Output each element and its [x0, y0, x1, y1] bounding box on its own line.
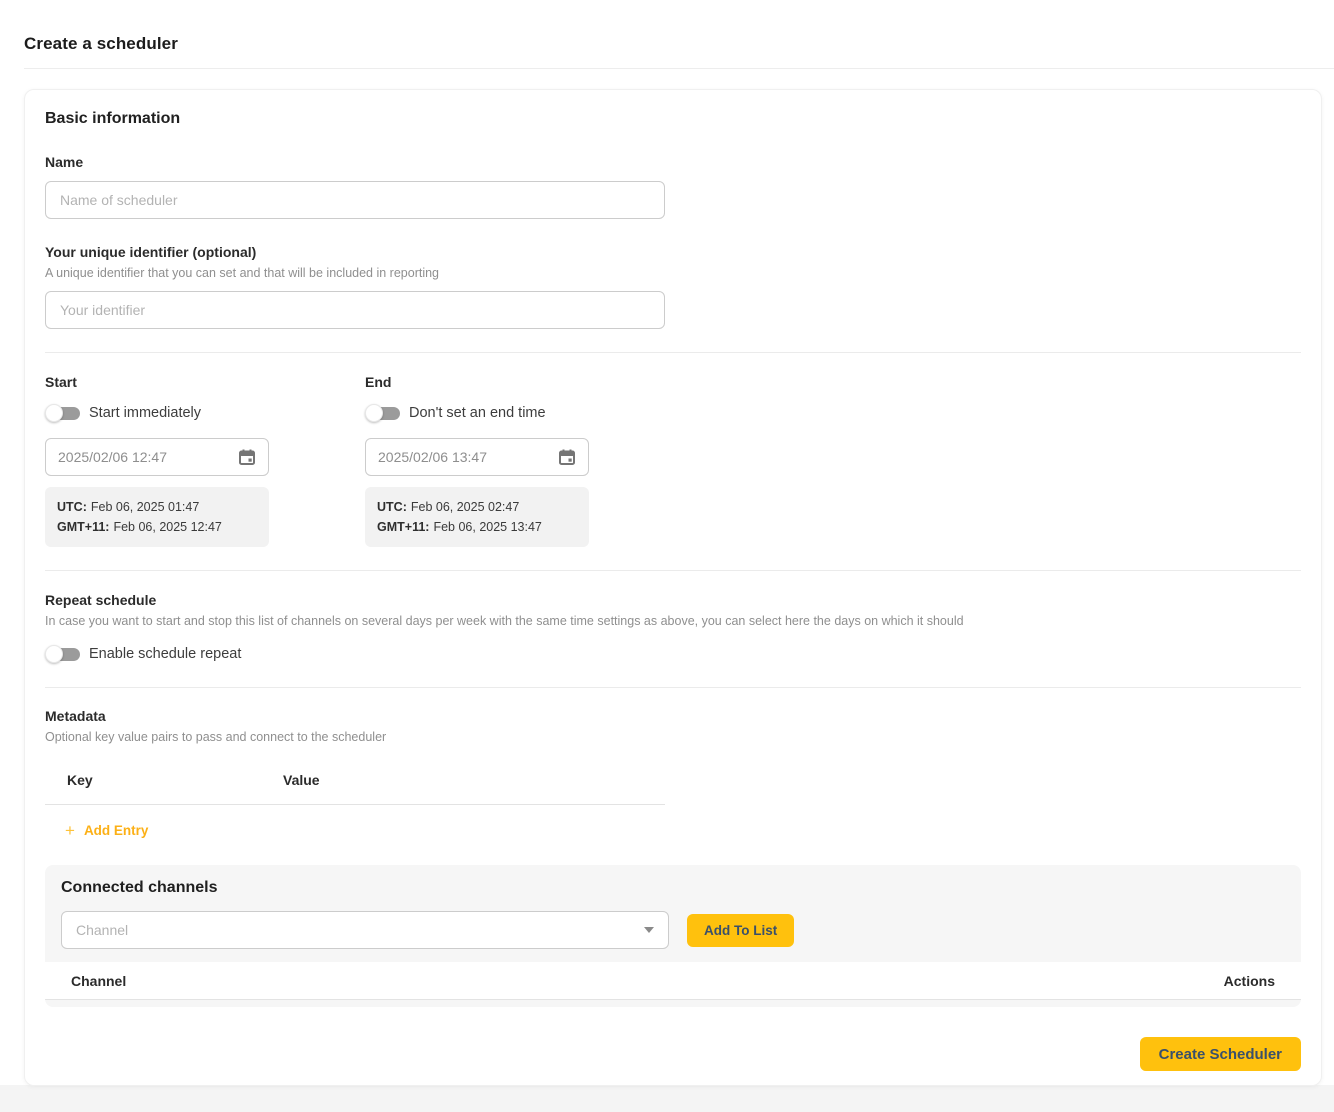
dropdown-arrow-icon[interactable]	[644, 927, 654, 933]
identifier-help-text: A unique identifier that you can set and…	[45, 266, 1301, 280]
divider	[45, 570, 1301, 571]
channel-controls: Add To List	[61, 911, 1285, 949]
start-gmt-line: GMT+11: Feb 06, 2025 12:47	[57, 517, 257, 537]
no-end-time-row: Don't set an end time	[365, 403, 589, 423]
divider	[45, 352, 1301, 353]
basic-information-title: Basic information	[45, 110, 1301, 128]
start-immediately-toggle[interactable]	[45, 403, 81, 423]
repeat-schedule-help: In case you want to start and stop this …	[45, 614, 1301, 628]
create-scheduler-button[interactable]: Create Scheduler	[1140, 1037, 1301, 1071]
start-datetime-field[interactable]	[45, 438, 269, 476]
channel-select-input[interactable]	[76, 922, 644, 938]
utc-value: Feb 06, 2025 02:47	[411, 500, 519, 514]
toggle-thumb	[45, 404, 63, 422]
page-background-strip	[0, 1085, 1334, 1112]
plus-icon: +	[65, 822, 75, 839]
metadata-table-header: Key Value	[45, 772, 665, 788]
metadata-title: Metadata	[45, 708, 1301, 724]
header-divider	[24, 68, 1334, 69]
start-utc-line: UTC: Feb 06, 2025 01:47	[57, 497, 257, 517]
connected-channels-card: Connected channels Add To List Channel A…	[45, 865, 1301, 1007]
name-input[interactable]	[45, 181, 665, 219]
toggle-thumb	[365, 404, 383, 422]
enable-repeat-toggle[interactable]	[45, 644, 81, 664]
metadata-help: Optional key value pairs to pass and con…	[45, 730, 1301, 744]
start-label: Start	[45, 374, 365, 390]
no-end-time-label: Don't set an end time	[409, 405, 546, 421]
end-datetime-input[interactable]	[378, 449, 558, 465]
no-end-time-toggle[interactable]	[365, 403, 401, 423]
gmt-value: Feb 06, 2025 13:47	[433, 520, 541, 534]
calendar-icon[interactable]	[238, 448, 256, 466]
page-title: Create a scheduler	[24, 34, 1310, 54]
start-immediately-row: Start immediately	[45, 403, 365, 423]
scheduler-form-card: Basic information Name Your unique ident…	[24, 89, 1322, 1086]
page-header: Create a scheduler	[0, 0, 1334, 54]
start-column: Start Start immediately	[45, 374, 365, 547]
card-footer: Create Scheduler	[45, 1037, 1301, 1071]
gmt-value: Feb 06, 2025 12:47	[113, 520, 221, 534]
channel-column-header: Channel	[71, 973, 126, 989]
utc-value: Feb 06, 2025 01:47	[91, 500, 199, 514]
gmt-label: GMT+11:	[377, 520, 429, 534]
start-immediately-label: Start immediately	[89, 405, 201, 421]
repeat-schedule-title: Repeat schedule	[45, 592, 1301, 608]
gmt-label: GMT+11:	[57, 520, 109, 534]
actions-column-header: Actions	[1224, 973, 1275, 989]
end-label: End	[365, 374, 589, 390]
channels-table-header: Channel Actions	[45, 962, 1301, 1000]
start-datetime-input[interactable]	[58, 449, 238, 465]
schedule-columns: Start Start immediately	[45, 374, 1301, 547]
end-utc-line: UTC: Feb 06, 2025 02:47	[377, 497, 577, 517]
connected-channels-title: Connected channels	[61, 879, 1285, 897]
add-to-list-button[interactable]: Add To List	[687, 914, 794, 947]
calendar-icon[interactable]	[558, 448, 576, 466]
utc-label: UTC:	[377, 500, 407, 514]
metadata-value-column-header: Value	[283, 772, 320, 788]
add-entry-button[interactable]: + Add Entry	[65, 822, 148, 839]
end-timezone-info: UTC: Feb 06, 2025 02:47 GMT+11: Feb 06, 20…	[365, 487, 589, 547]
end-column: End Don't set an end time	[365, 374, 589, 547]
divider	[45, 687, 1301, 688]
end-gmt-line: GMT+11: Feb 06, 2025 13:47	[377, 517, 577, 537]
end-datetime-field[interactable]	[365, 438, 589, 476]
enable-repeat-label: Enable schedule repeat	[89, 646, 241, 662]
start-timezone-info: UTC: Feb 06, 2025 01:47 GMT+11: Feb 06, 20…	[45, 487, 269, 547]
metadata-table-divider	[45, 804, 665, 805]
identifier-label: Your unique identifier (optional)	[45, 244, 1301, 260]
enable-repeat-row: Enable schedule repeat	[45, 644, 1301, 664]
identifier-input[interactable]	[45, 291, 665, 329]
toggle-thumb	[45, 645, 63, 663]
add-entry-label: Add Entry	[84, 823, 149, 838]
utc-label: UTC:	[57, 500, 87, 514]
metadata-key-column-header: Key	[45, 772, 283, 788]
name-label: Name	[45, 154, 1301, 170]
channel-select[interactable]	[61, 911, 669, 949]
